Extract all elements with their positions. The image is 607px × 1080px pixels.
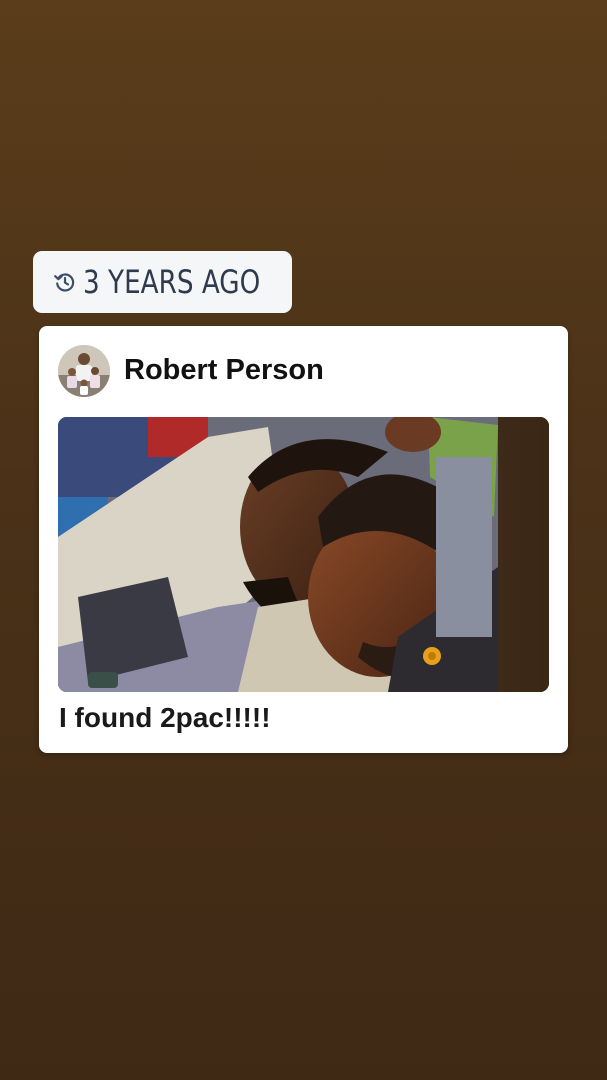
- post-caption: I found 2pac!!!!!: [59, 702, 271, 733]
- post-photo[interactable]: [58, 417, 549, 692]
- memory-label: 3 YEARS AGO: [83, 263, 261, 301]
- shared-post-card[interactable]: Robert Person I found 2pac!!!!!: [39, 326, 568, 753]
- author-avatar[interactable]: [58, 345, 110, 397]
- author-name[interactable]: Robert Person: [124, 354, 324, 387]
- history-icon: [53, 270, 77, 294]
- memory-sticker[interactable]: 3 YEARS AGO: [33, 251, 292, 313]
